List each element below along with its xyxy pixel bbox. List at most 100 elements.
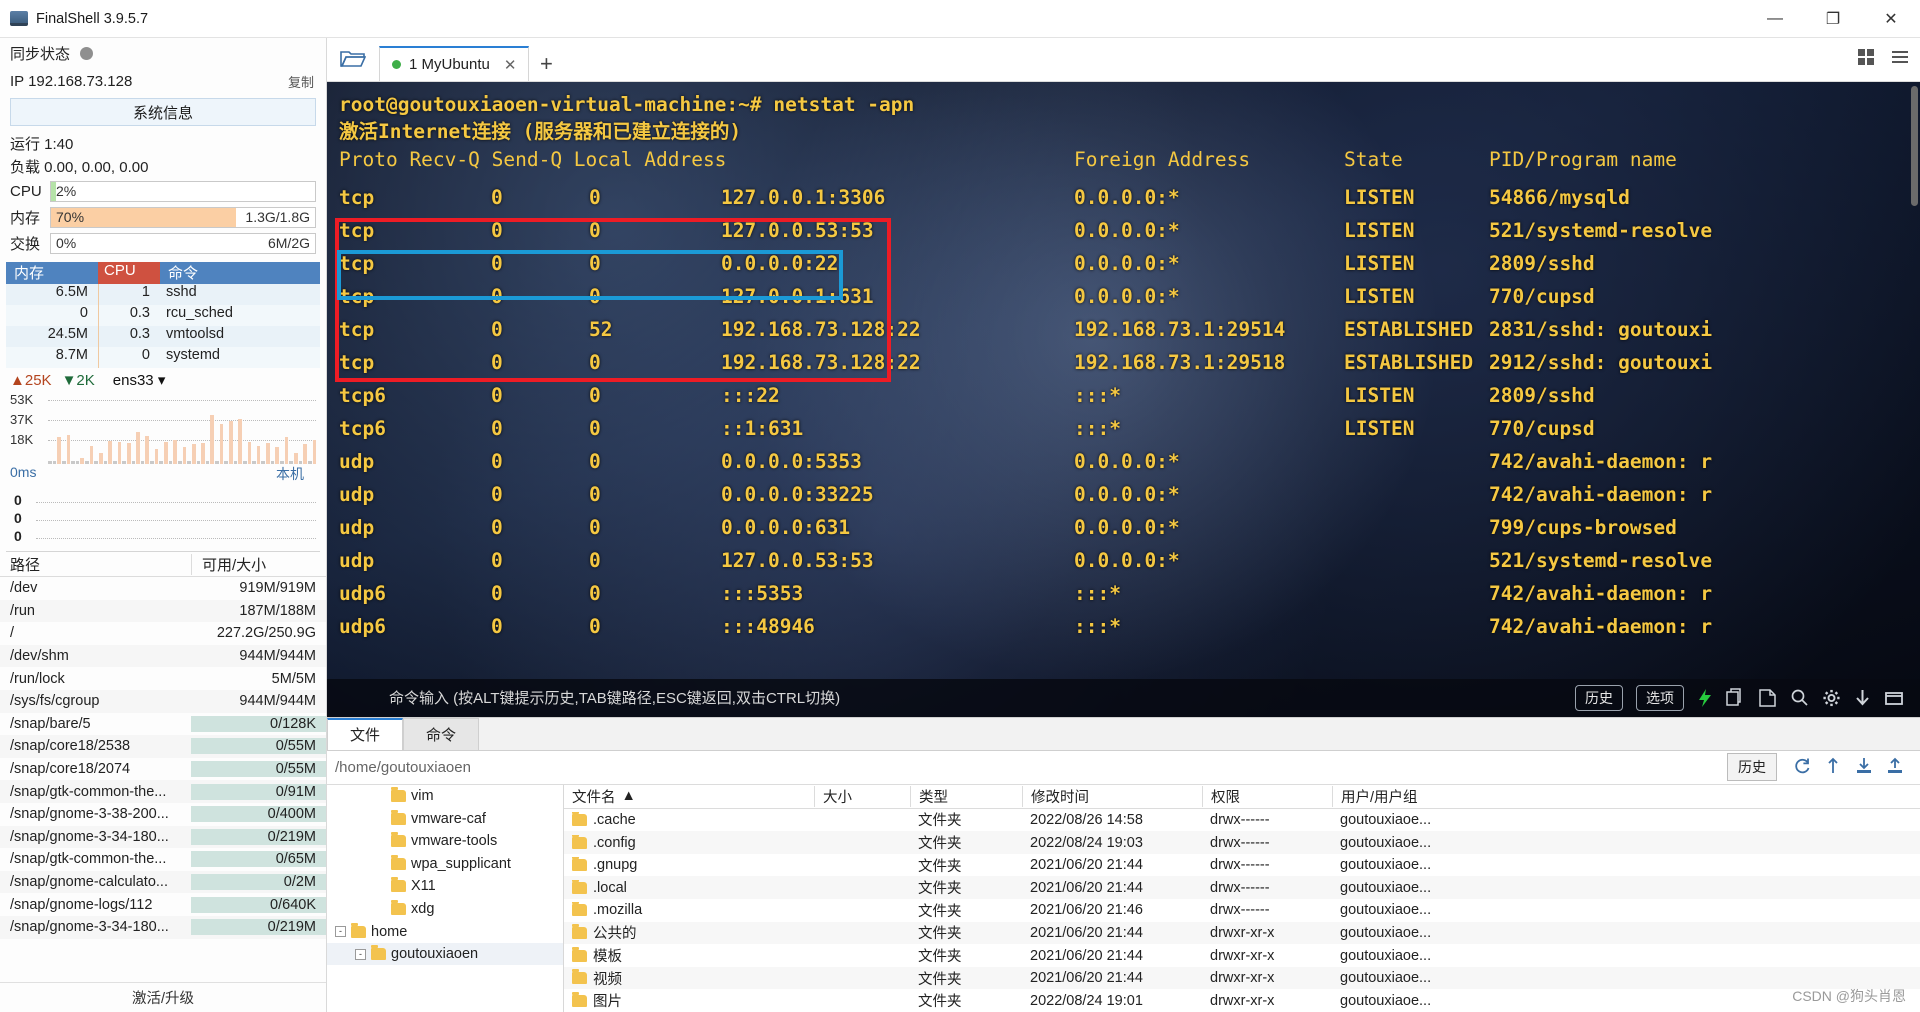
- tree-node[interactable]: vmware-caf: [327, 807, 563, 830]
- disk-size: 5M/5M: [271, 670, 316, 687]
- file-list[interactable]: 文件名 ▲ 大小 类型 修改时间 权限 用户/用户组 .cache 文件夹 2022/08/2…: [564, 784, 1920, 1012]
- file-panel-tab-1[interactable]: 命令: [403, 717, 479, 750]
- close-tab-icon[interactable]: ✕: [504, 56, 517, 74]
- command-input-bar[interactable]: 命令输入 (按ALT键提示历史,TAB键路径,ESC键返回,双击CTRL切换) …: [327, 678, 1920, 717]
- terminal-options-button[interactable]: 选项: [1636, 684, 1684, 711]
- terminal-output[interactable]: root@goutouxiaoen-virtual-machine:~# net…: [327, 82, 1920, 717]
- netstat-recvq: 0: [491, 351, 503, 374]
- file-panel-tab-0[interactable]: 文件: [327, 717, 403, 750]
- process-row[interactable]: 0 0.3 rcu_sched: [6, 305, 320, 326]
- path-input[interactable]: /home/goutouxiaoen: [327, 759, 1727, 776]
- tree-node[interactable]: X11: [327, 875, 563, 898]
- upload-file-icon[interactable]: [1886, 757, 1904, 778]
- terminal-history-button[interactable]: 历史: [1575, 684, 1623, 711]
- disk-row[interactable]: /snap/gnome-logs/112 0/640K: [0, 893, 326, 916]
- file-row[interactable]: .cache 文件夹 2022/08/26 14:58 drwx------ gouto…: [564, 809, 1920, 832]
- disk-row[interactable]: /snap/gnome-3-34-180... 0/219M: [0, 915, 326, 939]
- tree-node[interactable]: vim: [327, 785, 563, 808]
- close-button[interactable]: ✕: [1862, 0, 1920, 38]
- window-icon[interactable]: [1884, 688, 1904, 708]
- tree-expander-icon[interactable]: -: [355, 948, 366, 960]
- meter-percent: 2%: [56, 182, 77, 199]
- col-header-perm[interactable]: 权限: [1202, 785, 1332, 807]
- activate-upgrade-link[interactable]: 激活/升级: [0, 982, 326, 1012]
- disk-row[interactable]: /run 187M/188M: [0, 599, 326, 623]
- netstat-recvq: 0: [491, 219, 503, 242]
- file-row[interactable]: 公共的 文件夹 2021/06/20 21:44 drwxr-xr-x goutouxi…: [564, 921, 1920, 945]
- tree-node[interactable]: xdg: [327, 898, 563, 921]
- tree-node[interactable]: - home: [327, 920, 563, 943]
- directory-tree[interactable]: vim vmware-caf vmware-tools wpa_supplicant X…: [327, 784, 564, 1012]
- disk-row[interactable]: /sys/fs/cgroup 944M/944M: [0, 689, 326, 713]
- netstat-recvq: 0: [491, 450, 503, 473]
- disk-row[interactable]: /snap/core18/2074 0/55M: [0, 758, 326, 781]
- file-user-cell: goutouxiaoe...: [1340, 970, 1432, 987]
- file-row[interactable]: 图片 文件夹 2022/08/24 19:01 drwxr-xr-x goutouxia…: [564, 989, 1920, 1012]
- process-row[interactable]: 24.5M 0.3 vmtoolsd: [6, 326, 320, 347]
- tree-node[interactable]: vmware-tools: [327, 830, 563, 853]
- system-info-button[interactable]: 系统信息: [10, 98, 316, 126]
- disk-row[interactable]: /dev 919M/919M: [0, 577, 326, 600]
- disk-row[interactable]: /snap/gnome-calculato... 0/2M: [0, 870, 326, 894]
- disk-row[interactable]: /snap/gtk-common-the... 0/65M: [0, 848, 326, 871]
- col-header-type[interactable]: 类型: [910, 785, 1022, 807]
- session-tab-myubuntu[interactable]: 1 MyUbuntu ✕: [379, 46, 530, 81]
- disk-row[interactable]: /snap/gtk-common-the... 0/91M: [0, 780, 326, 803]
- download-icon[interactable]: [1854, 688, 1871, 708]
- disk-row[interactable]: /snap/core18/2538 0/55M: [0, 735, 326, 758]
- file-name-cell: 视频: [564, 968, 814, 989]
- gear-icon[interactable]: [1822, 688, 1841, 708]
- file-row[interactable]: .mozilla 文件夹 2021/06/20 21:46 drwx------ gou…: [564, 899, 1920, 922]
- file-row[interactable]: .gnupg 文件夹 2021/06/20 21:44 drwx------ gouto…: [564, 854, 1920, 877]
- grid-icon[interactable]: [1856, 47, 1876, 70]
- disk-row[interactable]: /snap/gnome-3-38-200... 0/400M: [0, 803, 326, 826]
- file-user-cell: goutouxiaoe...: [1340, 947, 1432, 964]
- disk-row[interactable]: /snap/gnome-3-34-180... 0/219M: [0, 825, 326, 849]
- tree-node[interactable]: wpa_supplicant: [327, 852, 563, 875]
- tree-node[interactable]: - goutouxiaoen: [327, 942, 563, 966]
- process-row[interactable]: 6.5M 1 sshd: [6, 284, 320, 305]
- disk-row[interactable]: /dev/shm 944M/944M: [0, 644, 326, 668]
- file-name-cell: .cache: [564, 811, 814, 828]
- upload-arrow-icon[interactable]: [1824, 757, 1842, 778]
- file-row[interactable]: .local 文件夹 2021/06/20 21:44 drwx------ gouto…: [564, 876, 1920, 900]
- copy-icon[interactable]: [1726, 687, 1745, 708]
- col-header-time[interactable]: 修改时间: [1022, 785, 1202, 807]
- minimize-button[interactable]: —: [1746, 0, 1804, 38]
- file-row[interactable]: 视频 文件夹 2021/06/20 21:44 drwxr-xr-x goutouxia…: [564, 966, 1920, 990]
- folder-icon: [391, 899, 406, 915]
- paste-icon[interactable]: [1758, 688, 1777, 708]
- network-interface-select[interactable]: ens33 ▾: [113, 371, 166, 389]
- copy-button[interactable]: 复制: [288, 72, 314, 91]
- netstat-proto: udp: [339, 549, 375, 572]
- tree-expander-icon[interactable]: -: [335, 926, 346, 938]
- maximize-button[interactable]: ❐: [1804, 0, 1862, 38]
- process-row[interactable]: 8.7M 0 systemd: [6, 347, 320, 368]
- col-header-user[interactable]: 用户/用户组: [1332, 785, 1920, 807]
- file-row[interactable]: 模板 文件夹 2021/06/20 21:44 drwxr-xr-x goutouxia…: [564, 944, 1920, 967]
- netstat-sendq: 0: [589, 582, 601, 605]
- netstat-pid-program: 799/cups-browsed: [1489, 516, 1677, 539]
- col-header-name[interactable]: 文件名 ▲: [564, 786, 814, 807]
- refresh-icon[interactable]: [1793, 757, 1811, 778]
- col-header-size[interactable]: 大小: [814, 785, 910, 807]
- disk-row[interactable]: /run/lock 5M/5M: [0, 667, 326, 690]
- file-list-rows[interactable]: .cache 文件夹 2022/08/26 14:58 drwx------ gouto…: [564, 809, 1920, 1012]
- netstat-pid-program: 2809/sshd: [1489, 384, 1595, 407]
- session-tab-label: 1 MyUbuntu: [409, 56, 490, 73]
- download-file-icon[interactable]: [1855, 757, 1873, 778]
- hamburger-icon[interactable]: [1890, 47, 1910, 70]
- file-perm-cell: drwx------: [1210, 811, 1270, 828]
- path-history-button[interactable]: 历史: [1727, 753, 1777, 782]
- disk-row[interactable]: / 227.2G/250.9G: [0, 622, 326, 645]
- file-row[interactable]: .config 文件夹 2022/08/24 19:03 drwx------ gout…: [564, 831, 1920, 854]
- open-folder-icon[interactable]: [327, 37, 379, 81]
- search-icon[interactable]: [1790, 688, 1809, 708]
- disk-row[interactable]: /snap/bare/5 0/128K: [0, 713, 326, 736]
- disk-list[interactable]: /dev 919M/919M/run 187M/188M / 227.2G/250.9G…: [0, 577, 326, 982]
- terminal-scrollbar[interactable]: [1911, 86, 1918, 206]
- meter-label: CPU: [10, 182, 42, 200]
- new-tab-button[interactable]: +: [529, 46, 563, 81]
- lightning-icon[interactable]: [1697, 688, 1713, 708]
- file-perm-cell: drwxr-xr-x: [1210, 947, 1275, 964]
